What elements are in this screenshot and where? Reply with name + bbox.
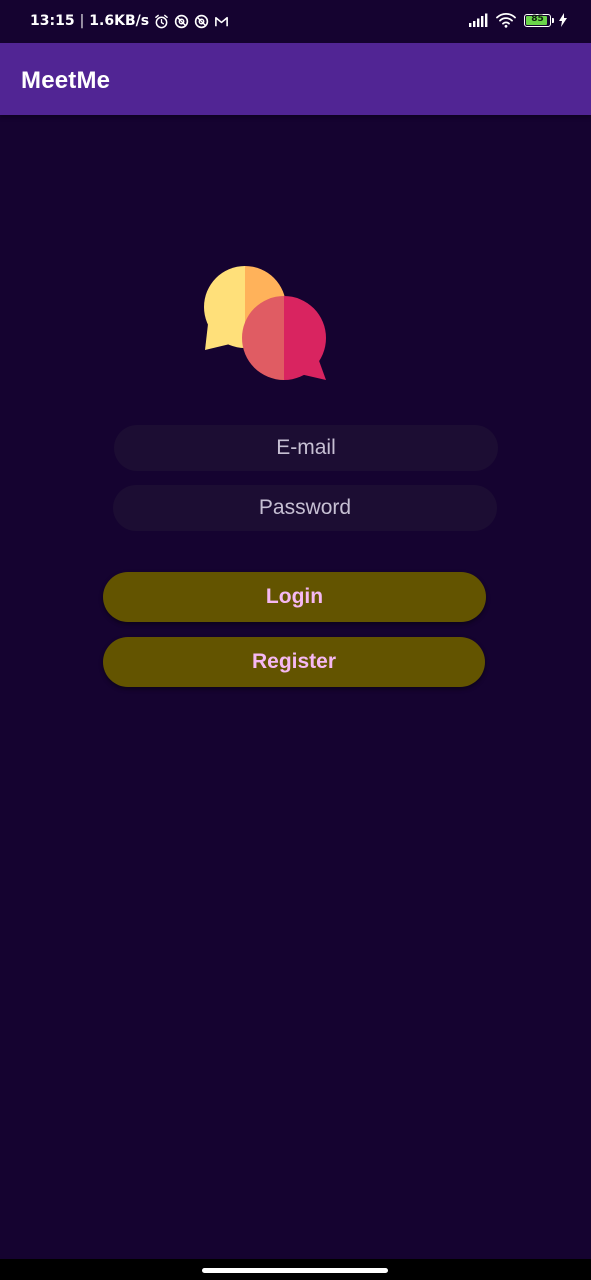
charging-icon bbox=[559, 13, 567, 27]
battery-icon: 85 bbox=[524, 13, 554, 27]
email-field[interactable] bbox=[114, 425, 498, 471]
gmail-icon bbox=[215, 16, 228, 26]
app-bar: MeetMe bbox=[0, 43, 591, 115]
blocked-icon bbox=[194, 14, 209, 28]
register-button-label: Register bbox=[251, 650, 337, 673]
status-time: 13:15 bbox=[30, 13, 75, 29]
password-field[interactable] bbox=[113, 485, 497, 531]
register-button[interactable]: Register bbox=[103, 637, 485, 687]
signal-icon bbox=[469, 13, 488, 27]
status-net-speed: 1.6KB/s bbox=[89, 13, 150, 29]
blocked-icon bbox=[174, 14, 189, 28]
app-title: MeetMe bbox=[21, 67, 111, 94]
login-button[interactable]: Login bbox=[103, 572, 486, 622]
status-left: 13:15 | 1.6KB/s bbox=[30, 13, 229, 29]
alarm-icon bbox=[155, 14, 168, 28]
login-button-label: Login bbox=[265, 585, 324, 608]
battery-level: 85 bbox=[531, 13, 544, 24]
home-indicator[interactable] bbox=[202, 1268, 388, 1273]
wifi-icon bbox=[496, 13, 516, 28]
navigation-bar bbox=[0, 1259, 591, 1280]
status-separator: | bbox=[79, 13, 85, 29]
status-bar: 13:15 | 1.6KB/s 85 bbox=[0, 0, 591, 43]
chat-bubbles-icon bbox=[204, 266, 326, 380]
status-right: 85 bbox=[468, 12, 567, 28]
login-screen: 13:15 | 1.6KB/s 85 MeetMe E-mail Login R… bbox=[0, 0, 591, 1280]
